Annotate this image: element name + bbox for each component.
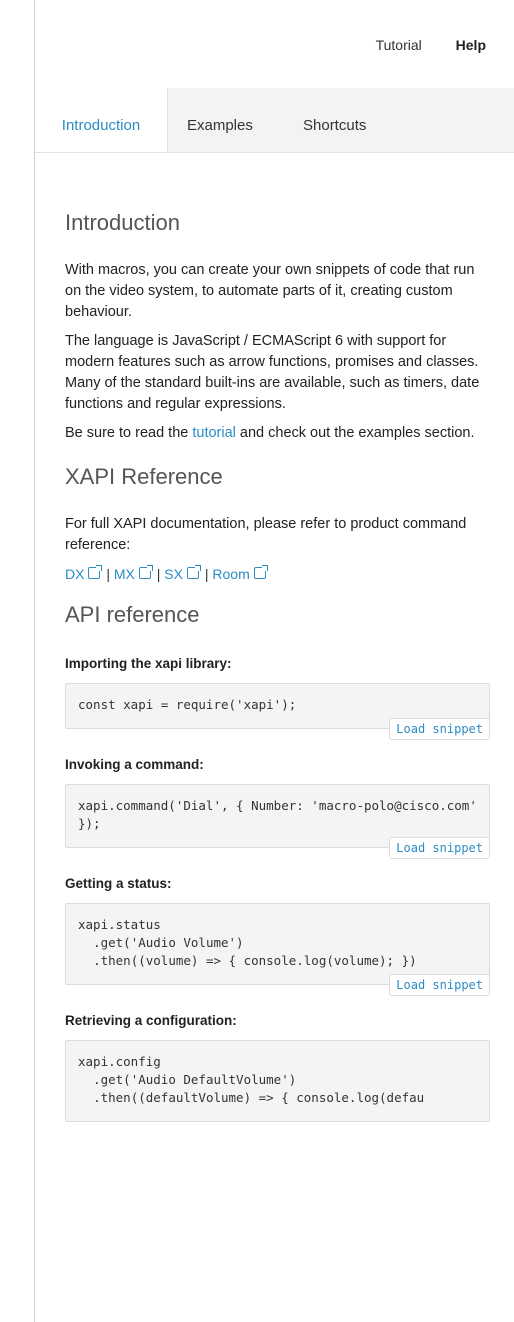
top-nav: Tutorial Help	[346, 37, 486, 53]
load-snippet-button[interactable]: Load snippet	[389, 837, 490, 859]
snippet-status: xapi.status .get('Audio Volume') .then((…	[65, 903, 490, 996]
snippet-import: const xapi = require('xapi'); Load snippe…	[65, 683, 490, 740]
snippet-config: xapi.config .get('Audio DefaultVolume') …	[65, 1040, 490, 1122]
code-text: xapi.config .get('Audio DefaultVolume') …	[78, 1054, 425, 1105]
snippet-label-import: Importing the xapi library:	[65, 656, 232, 671]
page: Tutorial Help Introduction Examples Shor…	[0, 0, 514, 1322]
sx-link-label: SX	[164, 566, 183, 582]
code-block: xapi.status .get('Audio Volume') .then((…	[65, 903, 490, 996]
tab-bar: Introduction Examples Shortcuts	[35, 88, 514, 153]
room-link[interactable]: Room	[212, 565, 268, 582]
intro-heading: Introduction	[65, 210, 180, 235]
top-header: Tutorial Help	[35, 0, 514, 89]
separator: |	[204, 566, 209, 582]
separator: |	[156, 566, 161, 582]
xapi-heading: XAPI Reference	[65, 464, 223, 489]
tab-shortcuts[interactable]: Shortcuts	[303, 88, 366, 152]
dx-link-label: DX	[65, 566, 85, 582]
snippet-command: xapi.command('Dial', { Number: 'macro-po…	[65, 784, 490, 859]
load-snippet-button[interactable]: Load snippet	[389, 974, 490, 996]
help-link[interactable]: Help	[456, 37, 486, 53]
intro-p3-post: and check out the examples section.	[235, 425, 475, 441]
dx-link[interactable]: DX	[65, 565, 103, 582]
xapi-text: For full XAPI documentation, please refe…	[65, 516, 467, 553]
intro-paragraph-1: With macros, you can create your own sni…	[65, 262, 475, 320]
snippet-label-status: Getting a status:	[65, 876, 172, 891]
mx-link[interactable]: MX	[113, 565, 153, 582]
code-block: xapi.config .get('Audio DefaultVolume') …	[65, 1040, 490, 1122]
mx-link-label: MX	[113, 566, 135, 582]
code-text: xapi.command('Dial', { Number: 'macro-po…	[78, 798, 485, 831]
tab-examples[interactable]: Examples	[187, 88, 253, 152]
sx-link[interactable]: SX	[164, 565, 201, 582]
load-snippet-button[interactable]: Load snippet	[389, 718, 490, 740]
room-link-label: Room	[212, 566, 250, 582]
intro-paragraph-2: The language is JavaScript / ECMAScript …	[65, 333, 480, 412]
intro-content: Introduction With macros, you can create…	[65, 200, 490, 1148]
code-block: xapi.command('Dial', { Number: 'macro-po…	[65, 784, 490, 859]
snippet-label-config: Retrieving a configuration:	[65, 1013, 237, 1028]
tutorial-link[interactable]: Tutorial	[376, 37, 422, 53]
external-link-icon	[253, 565, 268, 579]
external-link-icon	[138, 565, 153, 579]
tab-introduction[interactable]: Introduction	[35, 88, 168, 152]
intro-p3-pre: Be sure to read the	[65, 425, 193, 441]
separator: |	[106, 566, 110, 582]
xapi-links: DX | MX | SX | Room	[65, 565, 490, 582]
tutorial-inline-link[interactable]: tutorial	[192, 425, 236, 441]
external-link-icon	[88, 565, 103, 579]
code-block: const xapi = require('xapi'); Load snippe…	[65, 683, 490, 740]
intro-paragraph-3: Be sure to read the tutorial and check o…	[65, 423, 490, 444]
code-text: const xapi = require('xapi');	[78, 697, 297, 712]
snippet-label-command: Invoking a command:	[65, 757, 204, 772]
external-link-icon	[186, 565, 201, 579]
api-heading: API reference	[65, 602, 200, 627]
code-text: xapi.status .get('Audio Volume') .then((…	[78, 917, 417, 968]
main-panel: Tutorial Help Introduction Examples Shor…	[35, 0, 514, 1322]
